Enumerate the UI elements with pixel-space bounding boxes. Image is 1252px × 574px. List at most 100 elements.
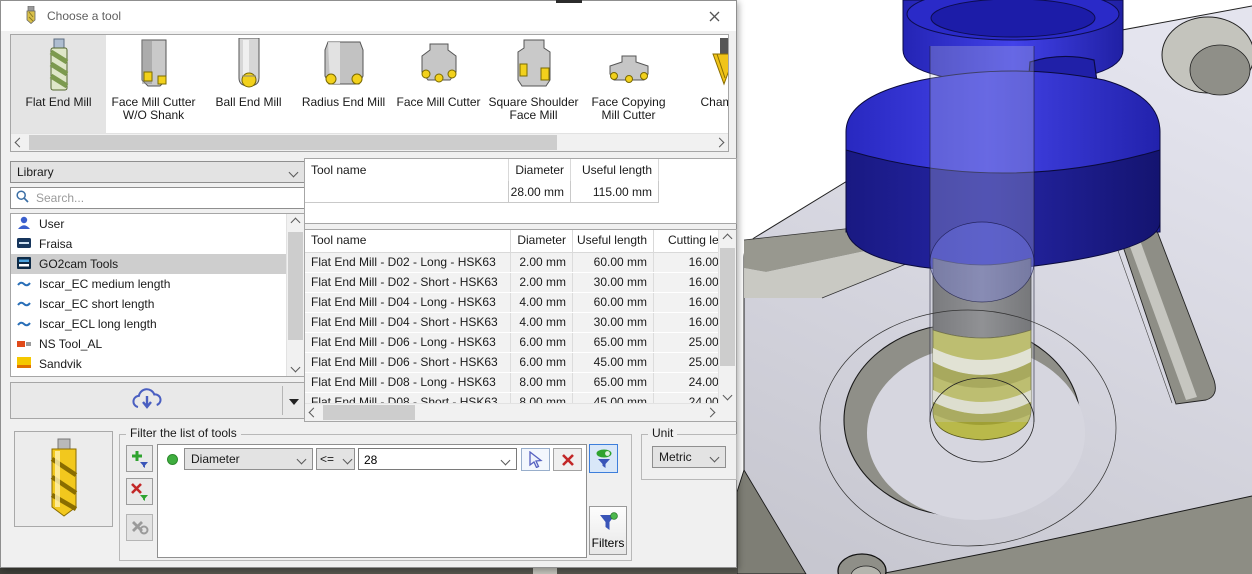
filter-operator-dropdown[interactable]: <= (316, 448, 355, 470)
library-dropdown[interactable]: Library (10, 161, 305, 183)
library-item-user[interactable]: User (11, 214, 287, 234)
search-input[interactable] (34, 187, 304, 209)
tool-preview (14, 431, 113, 527)
scroll-down-icon[interactable] (287, 359, 304, 376)
tool-type-chamfer[interactable]: Chamfer (676, 35, 728, 134)
column-header[interactable]: Tool name (305, 159, 509, 181)
tool-type-face-copying-mill-cutter[interactable]: Face Copying Mill Cutter (581, 35, 676, 134)
unit-group-label: Unit (648, 426, 678, 441)
table-row[interactable]: Flat End Mill - D08 - Long - HSK63 8.00 m… (305, 373, 719, 393)
dialog-titlebar[interactable]: Choose a tool (1, 1, 736, 31)
tool-type-face-mill-cutter[interactable]: Face Mill Cutter (391, 35, 486, 134)
unit-dropdown[interactable]: Metric (652, 446, 726, 468)
tools-table: Tool name Diameter Useful length Cutting… (304, 229, 737, 422)
search-box[interactable] (10, 187, 305, 209)
library-item-sandvik[interactable]: Sandvik (11, 354, 287, 374)
tool-type-strip: Flat End Mill Face Mill Cutter W/O Shank… (10, 34, 729, 152)
tool-type-cells: Flat End Mill Face Mill Cutter W/O Shank… (11, 35, 728, 134)
filter-field-dropdown[interactable]: Diameter (184, 448, 313, 470)
table-row[interactable]: Flat End Mill - D02 - Short - HSK63 2.00 … (305, 273, 719, 293)
tool-strip-scrollbar[interactable] (11, 133, 728, 151)
choose-tool-dialog: Choose a tool Flat End Mill Face Mill Cu… (0, 0, 737, 568)
dropdown-caret-icon[interactable] (289, 399, 299, 405)
filters-funnel-icon (600, 511, 618, 530)
scroll-left-icon[interactable] (11, 134, 28, 151)
screen-artifact (556, 0, 582, 3)
fraisa-logo (17, 237, 31, 251)
column-header[interactable]: Useful length (571, 159, 659, 181)
library-item-iscar-ec-medium[interactable]: Iscar_EC medium length (11, 274, 287, 294)
go2cam-logo (17, 256, 31, 272)
scrollbar-thumb[interactable] (29, 135, 557, 150)
tools-table-hscrollbar[interactable] (305, 403, 719, 421)
tool-type-face-mill-wo-shank[interactable]: Face Mill Cutter W/O Shank (106, 35, 201, 134)
filter-toggle-icon (596, 449, 611, 468)
table-row[interactable]: Flat End Mill - D04 - Short - HSK63 4.00 … (305, 313, 719, 333)
download-library-button[interactable] (10, 382, 305, 419)
scrollbar-thumb[interactable] (720, 248, 735, 366)
tool-type-ball-end-mill[interactable]: Ball End Mill (201, 35, 296, 134)
scroll-down-icon[interactable] (719, 387, 736, 404)
scroll-left-icon[interactable] (305, 404, 322, 421)
remove-filter-button[interactable] (126, 478, 153, 505)
selected-tool-panel: Tool name Diameter Useful length 28.00 m… (304, 158, 737, 224)
column-header[interactable]: Tool name (305, 230, 511, 252)
user-icon (17, 216, 31, 232)
red-x-icon (561, 453, 574, 466)
library-item-iscar-ec-short[interactable]: Iscar_EC short length (11, 294, 287, 314)
column-header[interactable]: Diameter (509, 159, 571, 181)
close-icon[interactable] (696, 1, 732, 31)
scroll-up-icon[interactable] (719, 230, 736, 247)
scrollbar-thumb[interactable] (323, 405, 415, 420)
scrollbar-thumb[interactable] (288, 232, 303, 340)
table-row[interactable]: Flat End Mill - D02 - Long - HSK63 2.00 m… (305, 253, 719, 273)
scroll-right-icon[interactable] (702, 404, 719, 421)
table-row[interactable]: Flat End Mill - D06 - Long - HSK63 6.00 m… (305, 333, 719, 353)
chevron-down-icon (288, 167, 299, 177)
column-header[interactable]: Useful length (573, 230, 654, 252)
tools-table-content: Tool name Diameter Useful length Cutting… (305, 230, 719, 404)
table-row[interactable]: Flat End Mill - D04 - Long - HSK63 4.00 m… (305, 293, 719, 313)
library-item-ns-tool-al[interactable]: NS Tool_AL (11, 334, 287, 354)
pointer-cursor-icon (529, 451, 543, 468)
ball-end-mill-icon (231, 38, 267, 95)
face-copying-mill-cutter-icon (606, 38, 652, 95)
tools-table-header: Tool name Diameter Useful length Cutting… (305, 230, 719, 253)
filters-button[interactable]: Filters (589, 506, 627, 555)
filter-field-value: Diameter (191, 452, 240, 466)
library-list-scrollbar[interactable] (286, 214, 304, 376)
selected-tool-header: Tool name Diameter Useful length (305, 159, 736, 181)
chevron-down-icon (709, 452, 720, 462)
library-dropdown-value: Library (17, 165, 54, 179)
filter-value-input[interactable] (359, 449, 496, 471)
column-header[interactable]: Diameter (511, 230, 573, 252)
square-shoulder-face-mill-icon (512, 38, 556, 95)
filters-button-label: Filters (591, 535, 625, 550)
table-row[interactable]: Flat End Mill - D06 - Short - HSK63 6.00 … (305, 353, 719, 373)
divider (282, 386, 283, 415)
library-item-fraisa[interactable]: Fraisa (11, 234, 287, 254)
column-header[interactable]: Cutting length (654, 230, 719, 252)
end-mill-preview-image (50, 438, 77, 517)
tool-type-flat-end-mill[interactable]: Flat End Mill (11, 35, 106, 134)
filter-value-combo[interactable] (358, 448, 517, 471)
tool-type-square-shoulder-face-mill[interactable]: Square Shoulder Face Mill (486, 35, 581, 134)
library-item-go2cam-tools[interactable]: GO2cam Tools (11, 254, 287, 274)
search-icon (16, 190, 29, 206)
tools-table-vscrollbar[interactable] (718, 230, 736, 404)
unit-value: Metric (659, 450, 692, 464)
filter-group: Filter the list of tools Diameter <= (119, 426, 632, 561)
chevron-down-icon (342, 454, 353, 464)
library-item-iscar-ecl-long[interactable]: Iscar_ECL long length (11, 314, 287, 334)
toggle-filter-button[interactable] (589, 444, 618, 473)
pick-value-button[interactable] (521, 448, 550, 471)
scrollbar-corner (719, 404, 736, 421)
delete-filter-row-button[interactable] (553, 448, 582, 471)
filter-list-area: Diameter <= (157, 444, 587, 558)
milling-tool (929, 46, 1035, 463)
tool-type-radius-end-mill[interactable]: Radius End Mill (296, 35, 391, 134)
selected-tool-values: 28.00 mm 115.00 mm (305, 181, 736, 203)
scroll-up-icon[interactable] (287, 214, 304, 231)
scroll-right-icon[interactable] (711, 134, 728, 151)
add-filter-button[interactable] (126, 445, 153, 472)
